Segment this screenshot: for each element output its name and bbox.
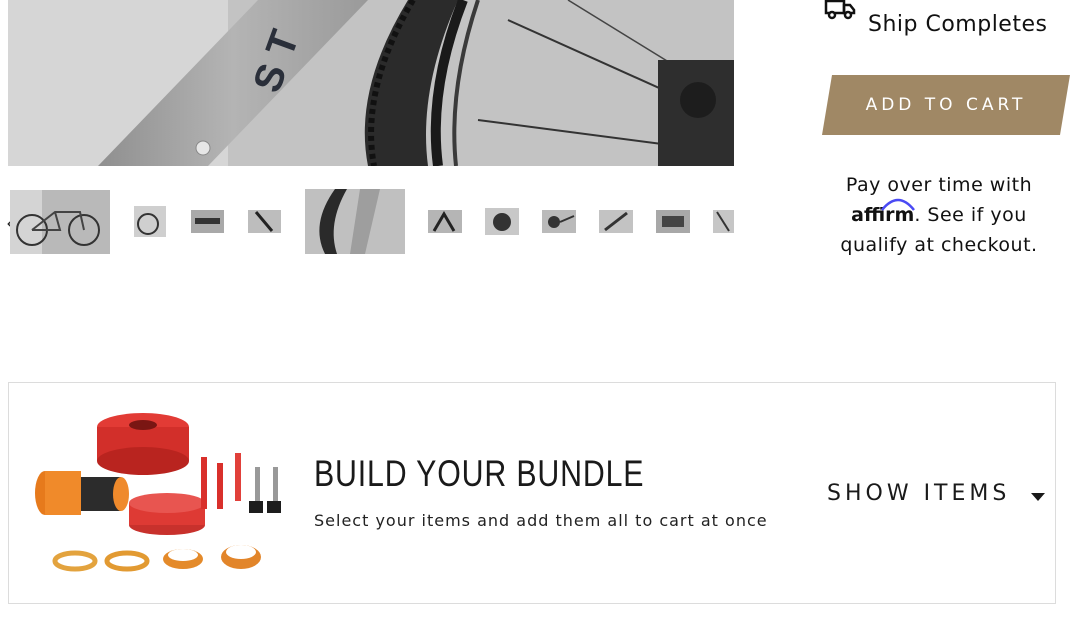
- thumbnail-6[interactable]: [428, 210, 462, 233]
- thumbnail-7[interactable]: [485, 208, 519, 235]
- affirm-after-logo: . See if you: [914, 204, 1027, 226]
- affirm-line-1: Pay over time with: [845, 174, 1033, 196]
- thumbnail-1[interactable]: [10, 190, 110, 254]
- thumbnail-4[interactable]: [248, 210, 281, 233]
- affirm-logo[interactable]: affirm: [851, 198, 916, 230]
- thumbnail-strip: ‹: [0, 186, 740, 258]
- affirm-arc-icon: [881, 198, 916, 211]
- shipping-info: Ship Completes: [822, 0, 1080, 48]
- show-items-toggle[interactable]: SHOW ITEMS: [827, 481, 1046, 507]
- add-to-cart-label: ADD TO CART: [865, 95, 1027, 115]
- thumbnail-5-selected[interactable]: [305, 189, 405, 254]
- thumbnail-9[interactable]: [599, 210, 633, 233]
- ship-completes-text: Ship Completes: [868, 12, 1048, 37]
- show-items-label: SHOW ITEMS: [827, 481, 1011, 506]
- thumbnail-10[interactable]: [656, 210, 690, 233]
- bundle-title: BUILD YOUR BUNDLE: [314, 453, 645, 494]
- bundle-card: BUILD YOUR BUNDLE Select your items and …: [8, 382, 1056, 604]
- caret-down-icon: [1031, 482, 1046, 507]
- truck-icon: [824, 0, 856, 24]
- thumbnail-3[interactable]: [191, 210, 224, 233]
- bundle-products-image: [27, 401, 289, 577]
- bundle-subtitle: Select your items and add them all to ca…: [314, 511, 768, 530]
- affirm-financing-message: Pay over time with affirm . See if you q…: [812, 170, 1066, 260]
- affirm-line-3: qualify at checkout.: [840, 234, 1038, 256]
- thumbnail-8[interactable]: [542, 210, 576, 233]
- thumbnail-2[interactable]: [134, 206, 166, 237]
- add-to-cart-button[interactable]: ADD TO CART: [822, 75, 1070, 135]
- thumbnail-11[interactable]: [713, 210, 734, 233]
- main-product-image: S T: [8, 0, 734, 166]
